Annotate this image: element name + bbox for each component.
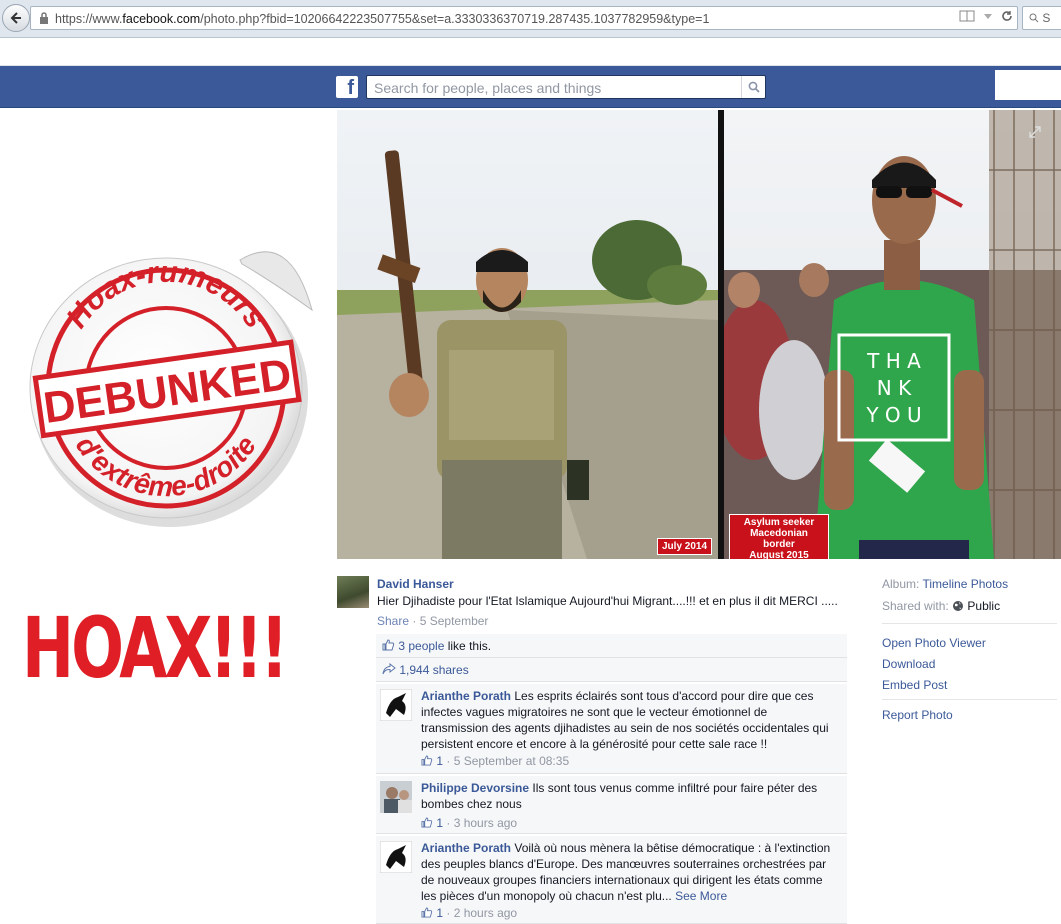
caption-asylum-seeker: Asylum seeker Macedonian border August 2… bbox=[729, 514, 829, 559]
comment-time[interactable]: 2 hours ago bbox=[454, 906, 517, 920]
likes-row: 3 people like this. bbox=[376, 634, 847, 658]
browser-search-input[interactable]: S bbox=[1022, 6, 1061, 30]
album-link[interactable]: Timeline Photos bbox=[922, 577, 1008, 591]
photo-sidebar: Album: Timeline Photos Shared with: Publ… bbox=[882, 577, 1061, 722]
report-photo-link[interactable]: Report Photo bbox=[882, 708, 953, 722]
like-icon[interactable] bbox=[421, 755, 433, 766]
shirt-text-line3: Y O U bbox=[865, 403, 921, 427]
photo-panel-left: July 2014 bbox=[337, 110, 718, 559]
comment-time[interactable]: 3 hours ago bbox=[454, 816, 517, 830]
author-name[interactable]: David Hanser bbox=[377, 577, 454, 591]
likes-link[interactable]: 3 people bbox=[398, 639, 444, 653]
search-icon bbox=[1029, 13, 1039, 23]
address-bar[interactable]: https://www.facebook.com/photo.php?fbid=… bbox=[30, 6, 1018, 30]
globe-icon bbox=[953, 601, 964, 611]
search-icon bbox=[748, 81, 760, 93]
commenter-avatar[interactable] bbox=[380, 781, 412, 813]
shares-link[interactable]: 1,944 shares bbox=[399, 663, 468, 677]
reader-view-icon[interactable] bbox=[959, 10, 975, 25]
comment-meta: 1 · 3 hours ago bbox=[421, 816, 517, 830]
commenter-name[interactable]: Philippe Devorsine bbox=[421, 781, 529, 795]
post-meta: Share · 5 September bbox=[377, 614, 489, 628]
like-icon[interactable] bbox=[421, 907, 433, 918]
url-text: https://www.facebook.com/photo.php?fbid=… bbox=[55, 12, 710, 26]
arrow-left-icon bbox=[10, 12, 21, 24]
comment: Arianthe Porath Voilà où nous mènera la … bbox=[376, 836, 847, 924]
lock-icon bbox=[40, 12, 48, 24]
post-photo[interactable]: July 2014 T H A N K Y O U Asylum seeker … bbox=[337, 110, 1061, 559]
commenter-avatar[interactable] bbox=[380, 841, 412, 873]
comment-time[interactable]: 5 September at 08:35 bbox=[454, 754, 569, 768]
comment-meta: 1 · 5 September at 08:35 bbox=[421, 754, 569, 768]
comment: Philippe Devorsine Ils sont tous venus c… bbox=[376, 776, 847, 834]
share-link[interactable]: Share bbox=[377, 614, 409, 628]
browser-search-placeholder: S bbox=[1042, 11, 1051, 25]
download-link[interactable]: Download bbox=[882, 657, 935, 671]
commenter-name[interactable]: Arianthe Porath bbox=[421, 841, 511, 855]
shirt-text-line2: N K bbox=[877, 376, 912, 400]
privacy-line: Shared with: Public bbox=[882, 599, 1001, 613]
comment: Arianthe Porath Les esprits éclairés son… bbox=[376, 684, 847, 774]
share-icon bbox=[382, 662, 396, 675]
like-icon bbox=[382, 639, 395, 651]
ufi-summary: 3 people like this. 1,944 shares bbox=[376, 634, 847, 682]
debunked-sticker: Hoax-rumeurs d'extrême-droite DEBUNKED bbox=[20, 220, 320, 540]
comment-meta: 1 · 2 hours ago bbox=[421, 906, 517, 920]
commenter-name[interactable]: Arianthe Porath bbox=[421, 689, 511, 703]
facebook-header: f Search for people, places and things bbox=[0, 66, 1061, 108]
shares-row: 1,944 shares bbox=[376, 658, 847, 682]
header-user-area[interactable] bbox=[995, 70, 1061, 100]
embed-post-link[interactable]: Embed Post bbox=[882, 678, 947, 692]
reload-icon[interactable] bbox=[1001, 10, 1013, 25]
tab-strip bbox=[0, 38, 1061, 66]
back-button[interactable] bbox=[2, 4, 30, 32]
like-icon[interactable] bbox=[421, 817, 433, 828]
facebook-logo[interactable]: f bbox=[336, 76, 358, 98]
facebook-search-input[interactable]: Search for people, places and things bbox=[366, 75, 766, 99]
shirt-text-line1: T H A bbox=[866, 349, 921, 373]
post-date[interactable]: 5 September bbox=[420, 614, 489, 628]
divider bbox=[882, 699, 1057, 700]
expand-icon[interactable] bbox=[1028, 125, 1042, 139]
hoax-label: HOAX!!! bbox=[22, 599, 289, 697]
see-more-link[interactable]: See More bbox=[675, 889, 727, 903]
commenter-avatar[interactable] bbox=[380, 689, 412, 721]
photo-panel-right: T H A N K Y O U Asylum seeker Macedonian… bbox=[724, 110, 1061, 559]
search-button[interactable] bbox=[741, 76, 765, 98]
privacy-value[interactable]: Public bbox=[967, 599, 1000, 613]
open-photo-viewer-link[interactable]: Open Photo Viewer bbox=[882, 636, 986, 650]
browser-toolbar: https://www.facebook.com/photo.php?fbid=… bbox=[0, 0, 1061, 38]
caption-july-2014: July 2014 bbox=[657, 538, 713, 555]
divider bbox=[882, 623, 1057, 624]
album-line: Album: Timeline Photos bbox=[882, 577, 1009, 591]
dropdown-icon[interactable] bbox=[983, 10, 993, 25]
author-avatar[interactable] bbox=[337, 576, 369, 608]
post-caption: Hier Djihadiste pour l'Etat Islamique Au… bbox=[377, 594, 838, 608]
search-placeholder: Search for people, places and things bbox=[374, 80, 602, 96]
